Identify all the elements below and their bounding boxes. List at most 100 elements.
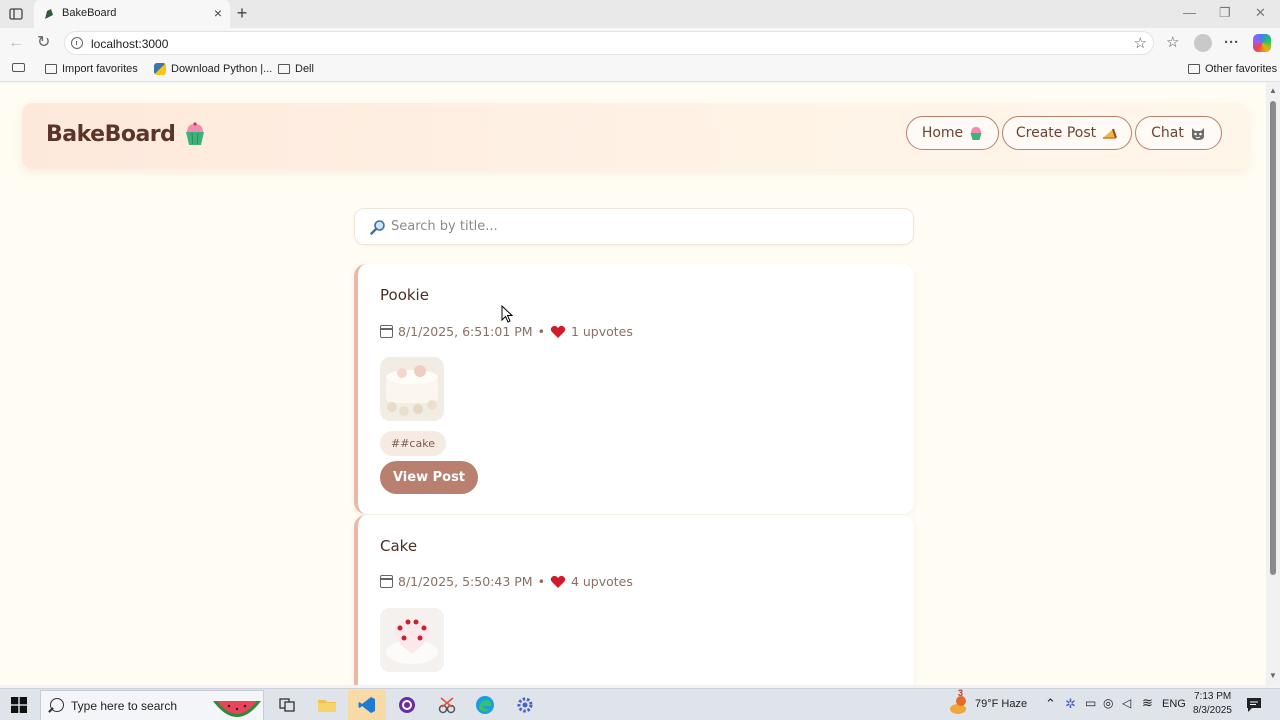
- copilot-icon[interactable]: [1253, 34, 1271, 52]
- heart-icon[interactable]: [550, 575, 566, 589]
- cupcake-icon: [970, 126, 982, 140]
- address-url: localhost:3000: [91, 37, 169, 51]
- post-card[interactable]: Pookie 8/1/2025, 6:51:01 PM • 1 upvotes …: [354, 264, 914, 514]
- site-info-icon[interactable]: [71, 37, 83, 49]
- weather-badge: 3: [958, 688, 964, 698]
- post-image[interactable]: [380, 357, 444, 421]
- new-tab-icon[interactable]: +: [234, 3, 250, 23]
- address-bar[interactable]: localhost:3000 ☆: [64, 31, 1154, 55]
- post-date: 8/1/2025, 5:50:43 PM: [398, 574, 533, 589]
- search-input[interactable]: Search by title...: [354, 208, 914, 245]
- bookmark-download-python[interactable]: Download Python |...: [154, 63, 272, 75]
- snipping-tool-icon[interactable]: [428, 690, 466, 720]
- file-explorer-icon[interactable]: [308, 690, 346, 720]
- more-options-icon[interactable]: ···: [1224, 34, 1239, 52]
- tray-display-icon[interactable]: ▭: [1085, 696, 1096, 710]
- search-icon: [50, 698, 64, 712]
- notifications-icon[interactable]: [1246, 697, 1262, 713]
- nav-chat-label: Chat: [1151, 125, 1184, 141]
- refresh-icon[interactable]: ↻: [37, 34, 50, 52]
- settings-gear-icon[interactable]: [506, 690, 544, 720]
- weather-text[interactable]: 79°F Haze: [975, 698, 1027, 710]
- post-upvotes: 1 upvotes: [570, 324, 633, 339]
- folder-icon: [1188, 64, 1200, 74]
- obs-app-icon[interactable]: [388, 690, 426, 720]
- folder-icon: [278, 64, 290, 74]
- post-card[interactable]: Cake 8/1/2025, 5:50:43 PM • 4 upvotes: [354, 515, 914, 685]
- calendar-icon: [380, 575, 393, 588]
- minimize-icon[interactable]: —: [1183, 5, 1196, 20]
- bookmark-other-favorites[interactable]: Other favorites: [1188, 63, 1277, 75]
- watermelon-icon: [213, 701, 261, 717]
- pie-slice-icon: [1103, 128, 1118, 139]
- page-viewport: BakeBoard Home Create Post Chat Search b…: [0, 83, 1280, 685]
- browser-tab-strip: BakeBoard × + — ❐ ✕: [0, 0, 1280, 28]
- heart-icon[interactable]: [550, 325, 566, 339]
- tab-title: BakeBoard: [62, 7, 117, 19]
- post-meta: 8/1/2025, 6:51:01 PM • 1 upvotes: [380, 324, 633, 339]
- tab-close-icon[interactable]: ×: [214, 5, 222, 21]
- post-meta: 8/1/2025, 5:50:43 PM • 4 upvotes: [380, 574, 633, 589]
- sidebar-toggle-icon[interactable]: [8, 6, 24, 22]
- wifi-icon[interactable]: ≋: [1142, 695, 1153, 711]
- calendar-icon: [380, 325, 393, 338]
- nav-home-label: Home: [921, 125, 964, 141]
- vscode-icon[interactable]: [348, 690, 386, 720]
- weather-icon[interactable]: [948, 695, 968, 715]
- bookmark-label: Import favorites: [62, 63, 138, 75]
- mouse-cursor-icon: [501, 305, 513, 323]
- volume-icon[interactable]: ◁: [1122, 696, 1131, 710]
- restore-icon[interactable]: ❐: [1219, 5, 1231, 21]
- tray-overflow-icon[interactable]: ⌃: [1045, 696, 1056, 712]
- post-title[interactable]: Cake: [380, 537, 417, 555]
- close-window-icon[interactable]: ✕: [1255, 5, 1266, 21]
- post-upvotes: 4 upvotes: [570, 574, 633, 589]
- back-icon[interactable]: ←: [8, 34, 24, 52]
- profile-avatar-icon[interactable]: [1194, 34, 1212, 52]
- python-icon: [154, 63, 166, 75]
- post-title[interactable]: Pookie: [380, 286, 429, 304]
- tray-network-status-icon[interactable]: ◎: [1103, 696, 1113, 710]
- favorite-star-icon[interactable]: ☆: [1134, 34, 1147, 52]
- taskbar-search-input[interactable]: Type here to search: [40, 690, 264, 720]
- windows-start-icon[interactable]: [11, 697, 27, 713]
- cat-face-icon: [1191, 128, 1204, 140]
- taskbar-search-text: Type here to search: [71, 699, 178, 713]
- bookmark-label: Other favorites: [1205, 63, 1278, 75]
- scrollbar-thumb[interactable]: [1270, 101, 1276, 575]
- favorites-icon[interactable]: ☆: [1166, 34, 1179, 52]
- site-logo[interactable]: BakeBoard: [46, 121, 207, 147]
- scroll-up-icon[interactable]: ▲: [1269, 86, 1277, 95]
- clock-time[interactable]: 7:13 PM: [1194, 691, 1231, 702]
- bakeboard-favicon-icon: [45, 9, 53, 19]
- task-view-icon[interactable]: [268, 690, 306, 720]
- page-scrollbar[interactable]: ▲ ▼: [1266, 83, 1280, 685]
- nav-home-button[interactable]: Home: [906, 116, 999, 150]
- meta-separator: •: [537, 574, 545, 589]
- bookmarks-bar: Import favorites Download Python |... De…: [0, 58, 1280, 82]
- browser-toolbar: ← ↻ localhost:3000 ☆ ☆ ···: [0, 28, 1280, 58]
- windows-taskbar: Type here to search 3 79°F Haze ⌃ ✲ ▭ ◎ …: [0, 688, 1280, 720]
- bookmark-import-favorites[interactable]: Import favorites: [45, 63, 138, 75]
- search-placeholder: Search by title...: [391, 219, 498, 234]
- nav-chat-button[interactable]: Chat: [1135, 116, 1222, 150]
- browser-tab-active[interactable]: BakeBoard ×: [34, 0, 230, 28]
- post-tag[interactable]: ##cake: [380, 431, 446, 456]
- nav-create-post-label: Create Post: [1015, 125, 1097, 141]
- reading-view-icon[interactable]: [12, 63, 25, 72]
- clock-date[interactable]: 8/3/2025: [1193, 705, 1232, 716]
- bookmark-dell[interactable]: Dell: [278, 63, 314, 75]
- nav-create-post-button[interactable]: Create Post: [1002, 116, 1132, 150]
- scroll-down-icon[interactable]: ▼: [1269, 671, 1277, 680]
- logo-text: BakeBoard: [46, 121, 176, 147]
- tray-app-icon[interactable]: ✲: [1065, 696, 1076, 712]
- language-indicator[interactable]: ENG: [1162, 698, 1186, 710]
- meta-separator: •: [537, 324, 545, 339]
- post-image[interactable]: [380, 608, 444, 672]
- site-header: BakeBoard Home Create Post Chat: [22, 103, 1248, 169]
- edge-browser-icon[interactable]: [466, 690, 504, 720]
- cupcake-icon: [186, 122, 205, 145]
- view-post-button[interactable]: View Post: [380, 461, 478, 494]
- import-icon: [45, 64, 57, 74]
- bookmark-label: Download Python |...: [171, 63, 273, 75]
